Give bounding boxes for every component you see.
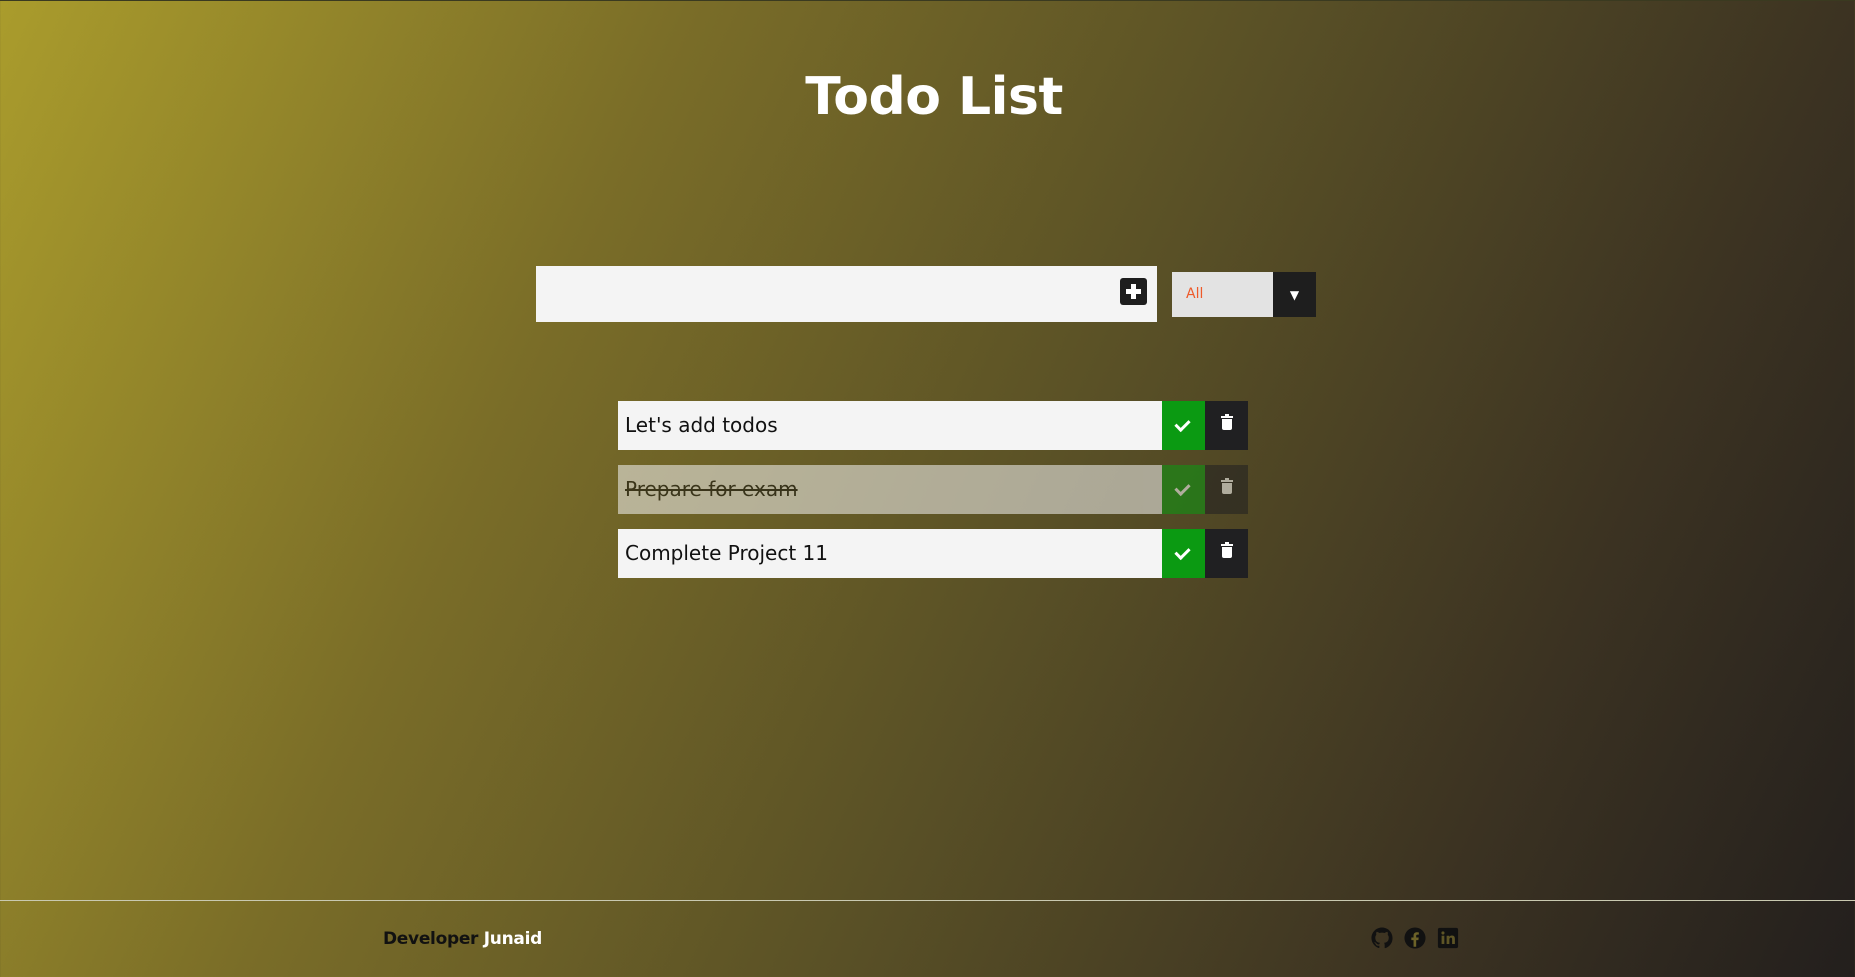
complete-button[interactable] — [1162, 529, 1205, 578]
github-icon[interactable] — [1371, 927, 1393, 949]
delete-button[interactable] — [1205, 529, 1248, 578]
filter-selected-value: All — [1186, 286, 1204, 302]
new-todo-form — [536, 266, 1157, 322]
todo-item: Let's add todos — [618, 401, 1248, 450]
filter-select[interactable]: All ▼ — [1172, 272, 1316, 317]
complete-button[interactable] — [1162, 465, 1205, 514]
page-title: Todo List — [805, 67, 1063, 127]
developer-label: Developer — [383, 929, 479, 949]
developer-name: Junaid — [483, 929, 543, 949]
developer-credit: Developer Junaid — [383, 929, 542, 949]
social-links — [1371, 927, 1459, 949]
new-todo-input[interactable] — [536, 266, 1096, 322]
linkedin-icon[interactable] — [1437, 927, 1459, 949]
caret-down-icon[interactable]: ▼ — [1273, 272, 1316, 317]
todo-text: Let's add todos — [618, 401, 1162, 450]
delete-button[interactable] — [1205, 401, 1248, 450]
todo-text: Prepare for exam — [618, 465, 1162, 514]
todo-item: Complete Project 11 — [618, 529, 1248, 578]
add-todo-button[interactable] — [1120, 278, 1147, 305]
todo-text: Complete Project 11 — [618, 529, 1162, 578]
footer: Developer Junaid — [0, 900, 1855, 977]
todo-item: Prepare for exam — [618, 465, 1248, 514]
delete-button[interactable] — [1205, 465, 1248, 514]
facebook-icon[interactable] — [1404, 927, 1426, 949]
todo-list: Let's add todos Prepare for exam Complet… — [618, 401, 1248, 593]
complete-button[interactable] — [1162, 401, 1205, 450]
